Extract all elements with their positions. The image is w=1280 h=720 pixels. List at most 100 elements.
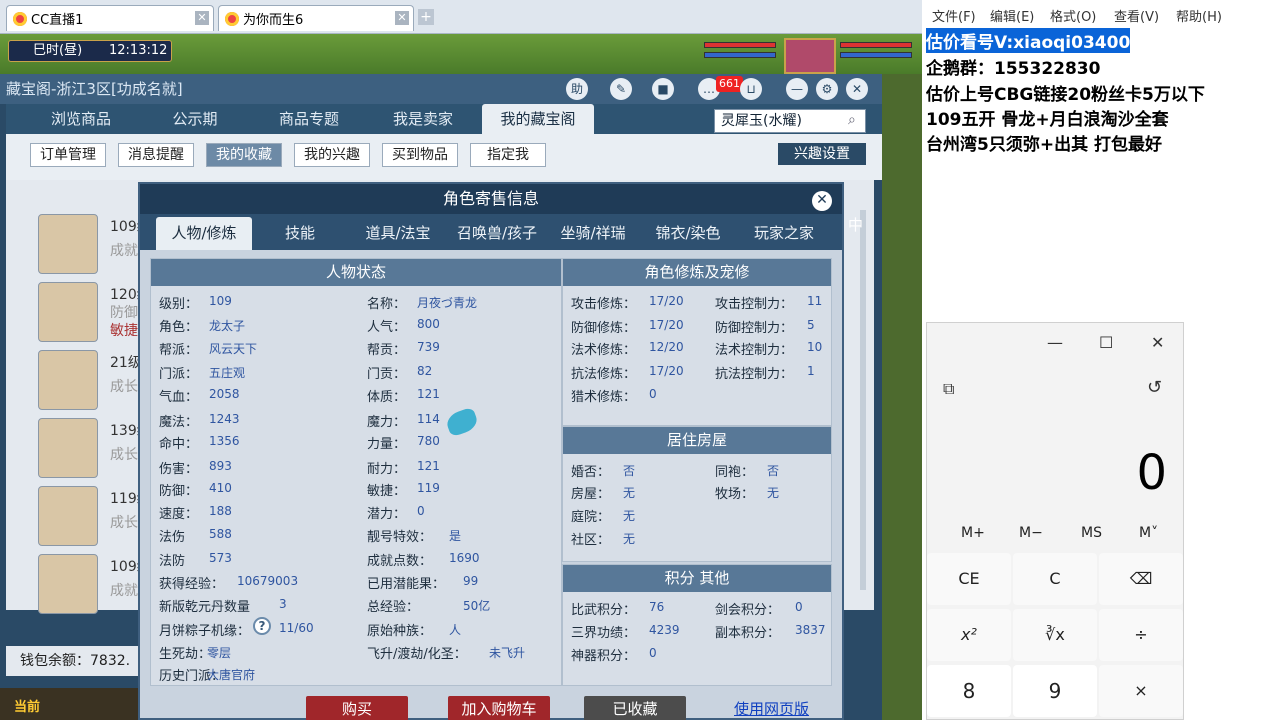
tab-items[interactable]: 道具/法宝: [348, 217, 448, 250]
subnav-favorites[interactable]: 我的收藏: [206, 143, 282, 167]
stat-value: 零层: [207, 646, 232, 660]
subnav-interests[interactable]: 我的兴趣: [294, 143, 370, 167]
mem-plus-button[interactable]: M+: [961, 525, 985, 541]
web-version-link[interactable]: 使用网页版: [734, 698, 809, 719]
subnav-messages[interactable]: 消息提醒: [118, 143, 194, 167]
close-icon[interactable]: ✕: [195, 11, 209, 25]
pin-icon[interactable]: ✎: [610, 78, 632, 100]
help-button[interactable]: 助: [566, 78, 588, 100]
list-item-avatar[interactable]: [38, 486, 98, 546]
stat-label: 力量：: [367, 437, 407, 452]
menu-file[interactable]: 文件(F): [932, 6, 976, 25]
row-label: 法术控制力：: [715, 343, 794, 358]
multiply-button[interactable]: ×: [1099, 665, 1183, 717]
cart-icon[interactable]: ⊔: [740, 78, 762, 100]
subnav-orders[interactable]: 订单管理: [30, 143, 106, 167]
settings-icon[interactable]: ⚙: [816, 78, 838, 100]
digit-8-button[interactable]: 8: [927, 665, 1011, 717]
close-icon[interactable]: ✕: [395, 11, 409, 25]
notepad-line[interactable]: 109五开 骨龙+月白浪淘沙全套: [926, 105, 1169, 130]
list-item-avatar[interactable]: [38, 418, 98, 478]
nav-seller[interactable]: 我是卖家: [368, 104, 478, 134]
square-button[interactable]: x²: [927, 609, 1011, 661]
stat-label: 人气：: [367, 320, 407, 335]
help-icon[interactable]: ?: [253, 617, 271, 635]
row-label: 三界功绩：: [571, 626, 637, 641]
cube-root-button[interactable]: ∛x: [1013, 609, 1097, 661]
stat-value: 0: [417, 504, 425, 518]
tab-skills[interactable]: 技能: [254, 217, 346, 250]
backspace-button[interactable]: ⌫: [1099, 553, 1183, 605]
calculator-display: 0: [1136, 445, 1167, 501]
stat-value: 月夜づ青龙: [417, 296, 478, 310]
mem-minus-button[interactable]: M−: [1019, 525, 1043, 541]
menu-view[interactable]: 查看(V): [1114, 6, 1159, 25]
current-channel[interactable]: 当前: [14, 696, 40, 715]
nav-public[interactable]: 公示期: [140, 104, 250, 134]
list-item-avatar[interactable]: [38, 282, 98, 342]
history-icon[interactable]: ↺: [1147, 377, 1162, 398]
row-label: 牧场：: [715, 487, 755, 502]
stat-value: 10679003: [237, 574, 299, 588]
divide-button[interactable]: ÷: [1099, 609, 1183, 661]
interest-settings-button[interactable]: 兴趣设置: [778, 143, 866, 165]
cursor-pet-icon: [444, 406, 480, 438]
keep-on-top-icon[interactable]: ⧉: [943, 379, 954, 399]
menu-edit[interactable]: 编辑(E): [990, 6, 1034, 25]
notepad-line[interactable]: 估价看号V:xiaoqi03400: [926, 28, 1131, 53]
browser-tab-2[interactable]: 为你而生6 ✕: [218, 5, 414, 31]
tab-outfits[interactable]: 锦衣/染色: [640, 217, 736, 250]
subnav-bought[interactable]: 买到物品: [382, 143, 458, 167]
ce-button[interactable]: CE: [927, 553, 1011, 605]
row-value: 10: [807, 340, 823, 354]
favorited-button[interactable]: 已收藏: [584, 696, 686, 720]
list-item-avatar[interactable]: [38, 214, 98, 274]
new-tab-button[interactable]: +: [418, 9, 434, 25]
clock-time: 12:13:12: [109, 43, 168, 58]
list-item-avatar[interactable]: [38, 350, 98, 410]
buy-button[interactable]: 购买: [306, 696, 408, 720]
row-value: 12/20: [649, 340, 684, 354]
stat-label: 成就点数：: [367, 554, 433, 569]
stop-icon[interactable]: ■: [652, 78, 674, 100]
nav-topic[interactable]: 商品专题: [254, 104, 364, 134]
stat-value: 五庄观: [209, 366, 246, 380]
notepad-line[interactable]: 台州湾5只须弥+出其 打包最好: [926, 130, 1162, 155]
mem-store-button[interactable]: MS: [1081, 525, 1102, 541]
stat-label: 飞升/渡劫/化圣：: [367, 647, 467, 662]
tab-mounts[interactable]: 坐骑/祥瑞: [546, 217, 640, 250]
close-icon[interactable]: ✕: [812, 191, 832, 211]
menu-format[interactable]: 格式(O): [1050, 6, 1096, 25]
mem-list-button[interactable]: M˅: [1139, 525, 1158, 541]
notepad-line[interactable]: 估价上号CBG链接20粉丝卡5万以下: [926, 80, 1205, 105]
list-item-avatar[interactable]: [38, 554, 98, 614]
tab-pets[interactable]: 召唤兽/孩子: [448, 217, 546, 250]
close-icon[interactable]: ✕: [846, 78, 868, 100]
minimize-icon[interactable]: —: [786, 78, 808, 100]
stat-value: 893: [209, 459, 232, 473]
tab-home[interactable]: 玩家之家: [736, 217, 832, 250]
digit-9-button[interactable]: 9: [1013, 665, 1097, 717]
minimize-icon[interactable]: —: [1047, 333, 1063, 352]
row-value: 无: [623, 509, 636, 523]
browser-tab-1[interactable]: CC直播1 ✕: [6, 5, 214, 31]
row-value: 17/20: [649, 318, 684, 332]
menu-help[interactable]: 帮助(H): [1176, 6, 1222, 25]
close-icon[interactable]: ✕: [1151, 333, 1164, 352]
stat-value: 588: [209, 527, 232, 541]
tab-character[interactable]: 人物/修炼: [156, 217, 252, 250]
add-to-cart-button[interactable]: 加入购物车: [448, 696, 550, 720]
hp-bar: [704, 42, 776, 48]
nav-browse[interactable]: 浏览商品: [26, 104, 136, 134]
search-icon[interactable]: ⌕: [848, 112, 856, 128]
list-scrollbar[interactable]: [860, 210, 866, 590]
nav-my-cbg[interactable]: 我的藏宝阁: [482, 104, 594, 134]
search-input[interactable]: 灵犀玉(水耀): [714, 109, 866, 133]
notepad-line[interactable]: 企鹅群：155322830: [926, 54, 1100, 79]
role-sale-dialog: 角色寄售信息 ✕ 人物/修炼 技能 道具/法宝 召唤兽/孩子 坐骑/祥瑞 锦衣/…: [138, 182, 844, 720]
subnav-assigned[interactable]: 指定我: [470, 143, 546, 167]
mp-bar: [704, 52, 776, 58]
clear-button[interactable]: C: [1013, 553, 1097, 605]
character-portrait[interactable]: [784, 38, 836, 74]
maximize-icon[interactable]: ☐: [1099, 333, 1113, 352]
